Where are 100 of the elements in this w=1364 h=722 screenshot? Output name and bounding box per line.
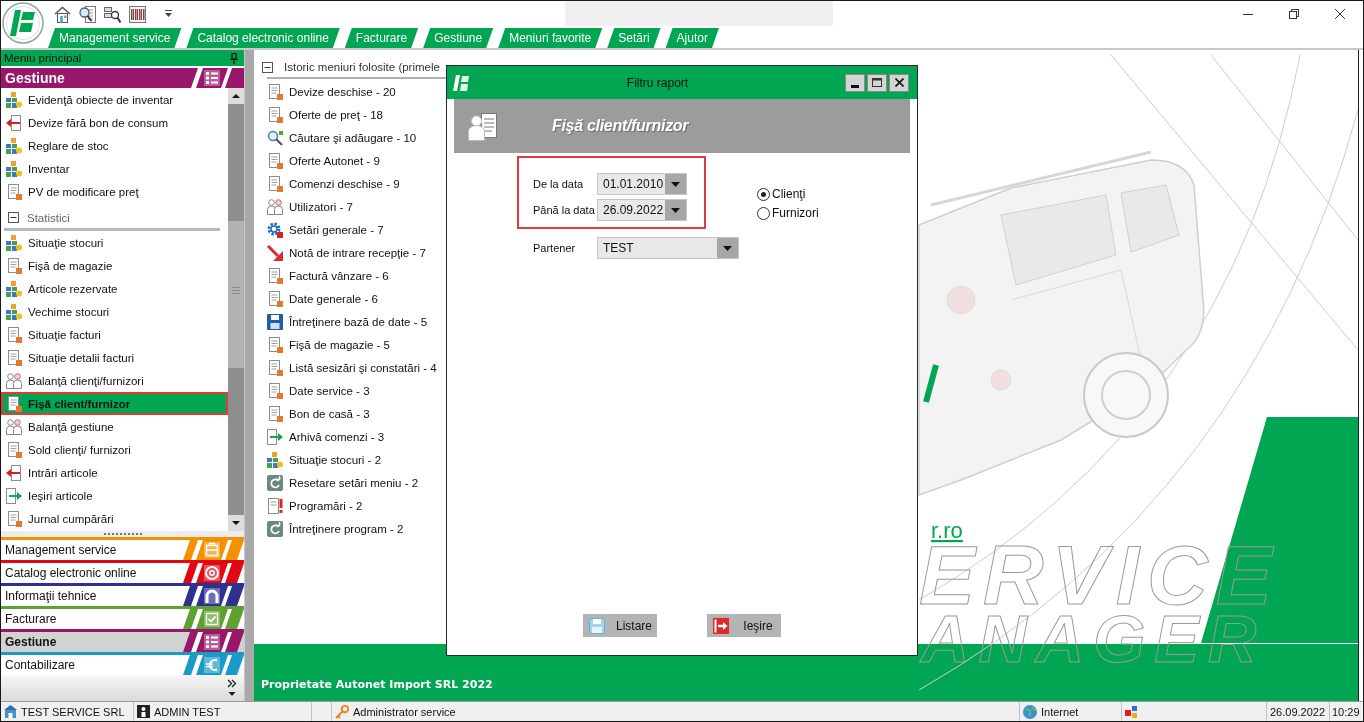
history-item[interactable]: Date generale - 6 bbox=[262, 287, 382, 310]
blocks-icon bbox=[6, 303, 22, 320]
scrollbar-thumb[interactable] bbox=[228, 221, 244, 368]
house-icon[interactable] bbox=[54, 5, 71, 23]
people-icon bbox=[6, 418, 22, 435]
maximize-button[interactable] bbox=[867, 73, 887, 92]
radio-option[interactable]: Furnizori bbox=[757, 206, 819, 220]
menu-item[interactable]: Fişă client/furnizor bbox=[1, 392, 228, 415]
document-icon bbox=[6, 183, 22, 200]
person-icon bbox=[137, 705, 150, 718]
document-icon bbox=[267, 152, 283, 169]
history-item[interactable]: Fişă de magazie - 5 bbox=[262, 333, 394, 356]
menu-item[interactable]: Ieşiri articole bbox=[1, 484, 228, 507]
history-item[interactable]: Factură vânzare - 6 bbox=[262, 264, 393, 287]
document-icon bbox=[267, 336, 283, 353]
document-arrow-icon bbox=[6, 464, 22, 481]
minimize-button[interactable] bbox=[845, 73, 865, 92]
panel-title: Meniu principal bbox=[4, 52, 82, 64]
nav-button[interactable]: Management service bbox=[1, 537, 244, 560]
menu-item[interactable]: Articole rezervate bbox=[1, 277, 228, 300]
field-label: Până la data bbox=[533, 204, 596, 216]
menu-item[interactable]: Fişă de magazie bbox=[1, 254, 228, 277]
double-chevron-icon[interactable] bbox=[227, 679, 237, 697]
document-icon bbox=[6, 349, 22, 366]
collapse-icon[interactable] bbox=[262, 61, 273, 73]
history-item[interactable]: Căutare şi adăugare - 10 bbox=[262, 126, 421, 149]
radio-icon[interactable] bbox=[757, 187, 770, 201]
history-item[interactable]: Oferte de preţ - 18 bbox=[262, 103, 387, 126]
partner-dropdown[interactable]: TEST bbox=[597, 237, 739, 259]
menu-item[interactable]: Intrări articole bbox=[1, 461, 228, 484]
search-icon bbox=[267, 129, 283, 146]
exit-button[interactable]: Ieşire bbox=[707, 614, 781, 637]
history-item[interactable]: Oferte Autonet - 9 bbox=[262, 149, 384, 172]
menu-item[interactable]: Situaţie facturi bbox=[1, 323, 228, 346]
refresh-icon bbox=[267, 520, 283, 537]
document-icon bbox=[267, 290, 283, 307]
nav-button[interactable]: Gestiune bbox=[1, 629, 244, 652]
history-item[interactable]: Resetare setări meniu - 2 bbox=[262, 471, 423, 494]
menu-item[interactable]: Balanţă gestiune bbox=[1, 415, 228, 438]
print-button[interactable]: Listare bbox=[583, 614, 657, 637]
menu-item[interactable]: Jurnal cumpărări bbox=[1, 507, 228, 530]
maximize-icon[interactable] bbox=[872, 78, 882, 87]
history-item[interactable]: Setări generale - 7 bbox=[262, 218, 388, 241]
status-time: 10:29 bbox=[1332, 705, 1360, 718]
menu-item[interactable]: Inventar bbox=[1, 157, 228, 180]
date-field[interactable]: 26.09.2022 bbox=[597, 199, 687, 221]
pin-icon[interactable] bbox=[230, 52, 238, 64]
menu-item[interactable]: Reglare de stoc bbox=[1, 134, 228, 157]
history-item[interactable]: Bon de casă - 3 bbox=[262, 402, 374, 425]
history-item[interactable]: Notă de intrare recepţie - 7 bbox=[262, 241, 430, 264]
connection-status: Internet bbox=[1041, 705, 1079, 718]
field-label: Partener bbox=[533, 242, 577, 254]
gear-icon bbox=[267, 221, 283, 238]
date-field[interactable]: 01.01.2010 bbox=[597, 173, 687, 195]
history-item[interactable]: Situaţie stocuri - 2 bbox=[262, 448, 386, 471]
blocks-icon bbox=[6, 91, 22, 108]
dropdown-arrow-icon[interactable] bbox=[165, 10, 172, 18]
menu-item[interactable]: Situaţie stocuri bbox=[1, 231, 228, 254]
field-label: De la data bbox=[533, 178, 585, 190]
restore-icon[interactable] bbox=[1289, 9, 1299, 19]
history-item[interactable]: Programări - 2 bbox=[262, 494, 367, 517]
radio-icon[interactable] bbox=[757, 206, 770, 220]
history-item[interactable]: Date service - 3 bbox=[262, 379, 374, 402]
close-button[interactable] bbox=[889, 73, 909, 92]
document-icon bbox=[267, 382, 283, 399]
menu-item[interactable]: Situaţie detalii facturi bbox=[1, 346, 228, 369]
document-icon bbox=[267, 175, 283, 192]
people-icon bbox=[6, 372, 22, 389]
group-header[interactable]: Statistici bbox=[4, 203, 220, 231]
history-item[interactable]: Întreţinere program - 2 bbox=[262, 517, 408, 540]
scrollbar[interactable] bbox=[228, 88, 244, 531]
menu-item[interactable]: Vechime stocuri bbox=[1, 300, 228, 323]
search-list-icon[interactable] bbox=[104, 5, 121, 23]
menu-item[interactable]: Sold clienţi/ furnizori bbox=[1, 438, 228, 461]
menu-item[interactable]: Balanţă clienţi/furnizori bbox=[1, 369, 228, 392]
minimize-icon[interactable] bbox=[1243, 13, 1253, 15]
search-document-icon[interactable] bbox=[79, 5, 96, 23]
section-header[interactable]: Istoric meniuri folosite (primele bbox=[262, 59, 440, 75]
globe-icon bbox=[1023, 704, 1037, 719]
collapse-icon[interactable] bbox=[8, 212, 19, 223]
close-icon[interactable] bbox=[1335, 9, 1345, 19]
history-item[interactable]: Arhivă comenzi - 3 bbox=[262, 425, 389, 448]
radio-option[interactable]: Clienţi bbox=[757, 187, 819, 201]
document-icon bbox=[6, 510, 22, 527]
history-item[interactable]: Comenzi deschise - 9 bbox=[262, 172, 404, 195]
menu-item[interactable]: PV de modificare preţ bbox=[1, 180, 228, 203]
history-item[interactable]: Devize deschise - 20 bbox=[262, 80, 400, 103]
exit-icon bbox=[713, 617, 729, 634]
company-name: TEST SERVICE SRL bbox=[21, 705, 125, 718]
barcode-icon[interactable] bbox=[129, 5, 146, 23]
document-icon bbox=[267, 405, 283, 422]
document-arrow-icon bbox=[267, 428, 283, 445]
history-item[interactable]: Utilizatori - 7 bbox=[262, 195, 357, 218]
history-item[interactable]: Listă sesizări şi constatări - 4 bbox=[262, 356, 441, 379]
history-item[interactable]: Întreţinere bază de date - 5 bbox=[262, 310, 432, 333]
minimize-icon[interactable] bbox=[851, 84, 859, 88]
menu-item[interactable]: Evidenţă obiecte de inventar bbox=[1, 88, 228, 111]
copyright-text: Proprietate Autonet Import SRL 2022 bbox=[261, 678, 493, 691]
close-icon[interactable] bbox=[894, 78, 904, 87]
menu-item[interactable]: Devize fără bon de consum bbox=[1, 111, 228, 134]
